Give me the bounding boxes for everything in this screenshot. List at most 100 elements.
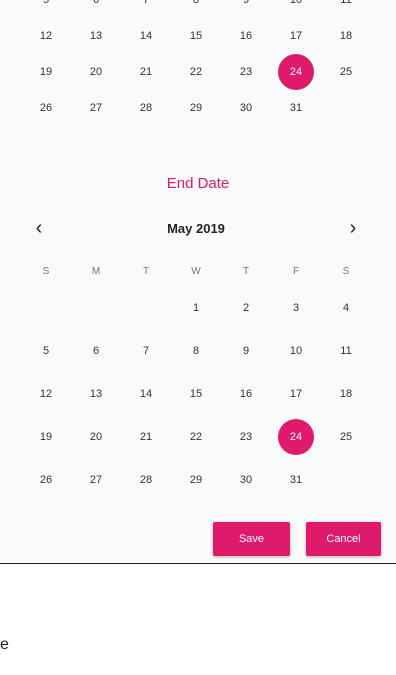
- day-cell[interactable]: 19: [21, 54, 71, 90]
- day-cell[interactable]: 6: [71, 0, 121, 18]
- day-cell[interactable]: 11: [321, 0, 371, 18]
- day-cell[interactable]: 31: [271, 90, 321, 126]
- day-cell[interactable]: 22: [171, 54, 221, 90]
- day-number: 18: [339, 388, 353, 400]
- day-cell[interactable]: 5: [21, 333, 71, 369]
- day-cell[interactable]: 21: [121, 54, 171, 90]
- day-cell[interactable]: 23: [221, 419, 271, 455]
- day-number: [128, 290, 164, 326]
- day-cell[interactable]: 25: [321, 419, 371, 455]
- day-cell[interactable]: 7: [121, 333, 171, 369]
- day-cell[interactable]: 18: [321, 18, 371, 54]
- day-number: 11: [340, 0, 352, 6]
- day-number: 19: [39, 66, 53, 78]
- prev-month-button[interactable]: ‹: [21, 213, 57, 243]
- day-cell[interactable]: 13: [71, 18, 121, 54]
- day-number: 9: [242, 0, 250, 6]
- day-cell[interactable]: 12: [21, 376, 71, 412]
- day-cell[interactable]: 8: [171, 333, 221, 369]
- day-cell[interactable]: 26: [21, 90, 71, 126]
- selected-day[interactable]: 24: [271, 419, 321, 455]
- day-number: 10: [289, 0, 303, 6]
- day-cell[interactable]: 28: [121, 90, 171, 126]
- day-number: 2: [242, 302, 250, 314]
- day-cell[interactable]: 16: [221, 376, 271, 412]
- day-number: 28: [139, 474, 153, 486]
- start-date-grid: 5 6 7 8 9 10 11 12 13 14 15 16 17 18 19 20 21 22 23 24 25 26 2…: [21, 0, 371, 126]
- day-cell[interactable]: 1: [171, 290, 221, 326]
- cancel-button[interactable]: Cancel: [306, 522, 381, 556]
- weekday-label: S: [342, 265, 350, 277]
- day-number: 27: [89, 474, 103, 486]
- day-number: 26: [39, 474, 53, 486]
- day-cell[interactable]: 5: [21, 0, 71, 18]
- day-number: 23: [239, 431, 253, 443]
- day-number: 8: [192, 345, 200, 357]
- weekday-label: T: [142, 265, 150, 277]
- day-cell[interactable]: 30: [221, 462, 271, 498]
- weekday-label: T: [242, 265, 250, 277]
- day-cell[interactable]: 20: [71, 54, 121, 90]
- day-cell[interactable]: 14: [121, 18, 171, 54]
- day-number: 22: [189, 431, 203, 443]
- selected-day[interactable]: 24: [271, 54, 321, 90]
- day-cell[interactable]: 10: [271, 0, 321, 18]
- day-number: 5: [42, 0, 50, 6]
- day-cell[interactable]: 17: [271, 376, 321, 412]
- day-number: 29: [189, 102, 203, 114]
- weekday-label: M: [91, 265, 101, 277]
- day-cell[interactable]: 14: [121, 376, 171, 412]
- day-number: 11: [340, 345, 352, 357]
- day-cell[interactable]: 17: [271, 18, 321, 54]
- day-cell[interactable]: 15: [171, 18, 221, 54]
- day-cell[interactable]: 13: [71, 376, 121, 412]
- day-cell[interactable]: 25: [321, 54, 371, 90]
- day-number: 31: [289, 102, 303, 114]
- day-cell[interactable]: 21: [121, 419, 171, 455]
- day-cell[interactable]: 27: [71, 462, 121, 498]
- day-cell[interactable]: 16: [221, 18, 271, 54]
- day-cell[interactable]: 3: [271, 290, 321, 326]
- day-cell[interactable]: 15: [171, 376, 221, 412]
- day-cell[interactable]: 10: [271, 333, 321, 369]
- day-cell[interactable]: 27: [71, 90, 121, 126]
- day-cell[interactable]: 28: [121, 462, 171, 498]
- day-cell[interactable]: 30: [221, 90, 271, 126]
- day-number: 5: [42, 345, 50, 357]
- day-cell[interactable]: 29: [171, 462, 221, 498]
- day-cell[interactable]: 18: [321, 376, 371, 412]
- day-number: 13: [89, 388, 103, 400]
- next-month-button[interactable]: ›: [335, 213, 371, 243]
- day-cell[interactable]: 7: [121, 0, 171, 18]
- day-number: 25: [339, 431, 353, 443]
- day-cell[interactable]: 11: [321, 333, 371, 369]
- day-number: 8: [192, 0, 200, 6]
- day-cell[interactable]: 12: [21, 18, 71, 54]
- day-number: 24: [278, 419, 314, 455]
- end-date-title: End Date: [166, 175, 230, 192]
- save-button[interactable]: Save: [213, 522, 290, 556]
- empty-cell: [321, 462, 371, 498]
- day-cell[interactable]: 6: [71, 333, 121, 369]
- day-number: [328, 462, 364, 498]
- day-cell[interactable]: 20: [71, 419, 121, 455]
- day-cell[interactable]: 9: [221, 333, 271, 369]
- day-cell[interactable]: 8: [171, 0, 221, 18]
- empty-cell: [321, 90, 371, 126]
- day-cell[interactable]: 9: [221, 0, 271, 18]
- day-cell[interactable]: 22: [171, 419, 221, 455]
- day-cell[interactable]: 2: [221, 290, 271, 326]
- day-number: 20: [89, 431, 103, 443]
- day-number: 17: [289, 30, 303, 42]
- day-cell[interactable]: 31: [271, 462, 321, 498]
- day-cell[interactable]: 29: [171, 90, 221, 126]
- day-cell[interactable]: 26: [21, 462, 71, 498]
- day-number: 18: [339, 30, 353, 42]
- day-cell[interactable]: 23: [221, 54, 271, 90]
- end-date-grid: S M T W T F S 1 2 3 4 5 6 7 8 9 10 11 12 13 14 15 16 17 18 19 20 21…: [21, 259, 371, 498]
- day-number: 21: [139, 431, 153, 443]
- day-cell[interactable]: 4: [321, 290, 371, 326]
- day-cell[interactable]: 19: [21, 419, 71, 455]
- empty-cell: [21, 290, 71, 326]
- day-number: 30: [239, 102, 253, 114]
